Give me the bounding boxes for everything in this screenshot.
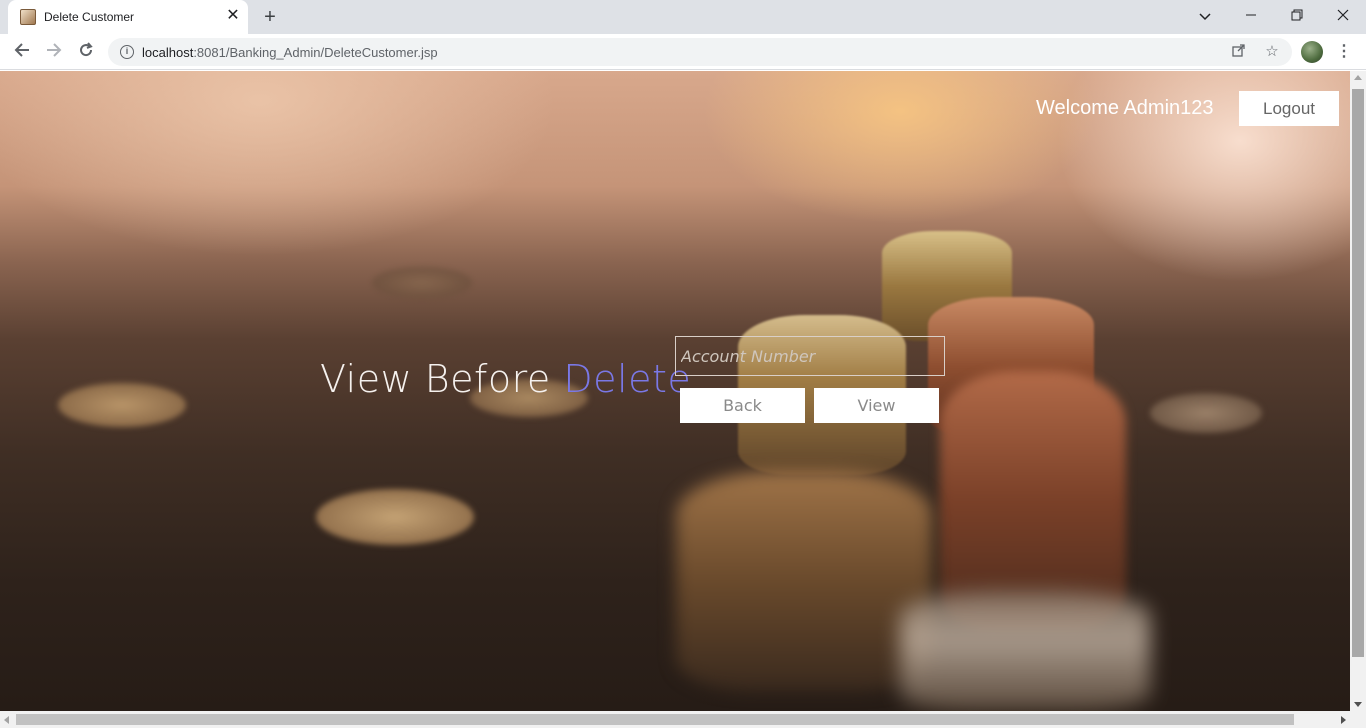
forward-arrow-icon[interactable]: [42, 40, 66, 64]
scroll-left-icon[interactable]: [4, 716, 9, 724]
coin-decoration: [1150, 393, 1262, 433]
scrollbar-thumb[interactable]: [1352, 89, 1364, 657]
browser-toolbar: i localhost:8081/Banking_Admin/DeleteCus…: [0, 34, 1366, 70]
share-icon[interactable]: [1230, 43, 1248, 61]
url-text[interactable]: localhost:8081/Banking_Admin/DeleteCusto…: [142, 45, 438, 60]
tab-search-icon[interactable]: [1191, 4, 1219, 28]
scroll-right-icon[interactable]: [1341, 716, 1346, 724]
account-number-input[interactable]: [675, 336, 945, 376]
page-background: Welcome Admin123 Logout View Before Dele…: [0, 71, 1350, 711]
horizontal-scrollbar[interactable]: [0, 711, 1366, 728]
tab-title: Delete Customer: [44, 10, 135, 24]
scroll-up-icon[interactable]: [1354, 75, 1362, 80]
coin-decoration: [316, 489, 474, 545]
page-title-prefix: View Before: [320, 357, 564, 401]
tab-close-icon[interactable]: ✕: [224, 7, 242, 25]
info-icon[interactable]: i: [120, 45, 134, 59]
profile-avatar[interactable]: [1301, 41, 1323, 63]
page-title-accent: Delete: [563, 357, 692, 401]
favicon-icon: [20, 9, 36, 25]
vertical-scrollbar[interactable]: [1350, 71, 1366, 711]
logout-button[interactable]: Logout: [1239, 91, 1339, 126]
back-button[interactable]: Back: [680, 388, 805, 423]
coin-stack-decoration: [676, 471, 932, 691]
new-tab-button[interactable]: +: [258, 6, 282, 28]
restore-icon[interactable]: [1283, 4, 1311, 28]
page-title: View Before Delete: [320, 357, 691, 401]
close-icon[interactable]: [1329, 4, 1357, 28]
back-arrow-icon[interactable]: [10, 40, 34, 64]
scroll-down-icon[interactable]: [1354, 702, 1362, 707]
reload-icon[interactable]: [74, 40, 98, 64]
view-button[interactable]: View: [814, 388, 939, 423]
scrollbar-thumb[interactable]: [16, 714, 1294, 725]
coin-decoration: [58, 383, 186, 427]
welcome-text: Welcome Admin123: [1036, 97, 1214, 119]
tab-strip: Delete Customer ✕ +: [0, 0, 1366, 34]
star-icon[interactable]: ☆: [1263, 43, 1281, 61]
address-bar[interactable]: i localhost:8081/Banking_Admin/DeleteCus…: [108, 38, 1292, 66]
coin-stack-decoration: [900, 591, 1150, 711]
coin-decoration: [372, 267, 472, 299]
minimize-icon[interactable]: [1237, 4, 1265, 28]
browser-tab[interactable]: Delete Customer ✕: [8, 0, 248, 34]
menu-dots-icon[interactable]: ⋮: [1334, 40, 1354, 64]
